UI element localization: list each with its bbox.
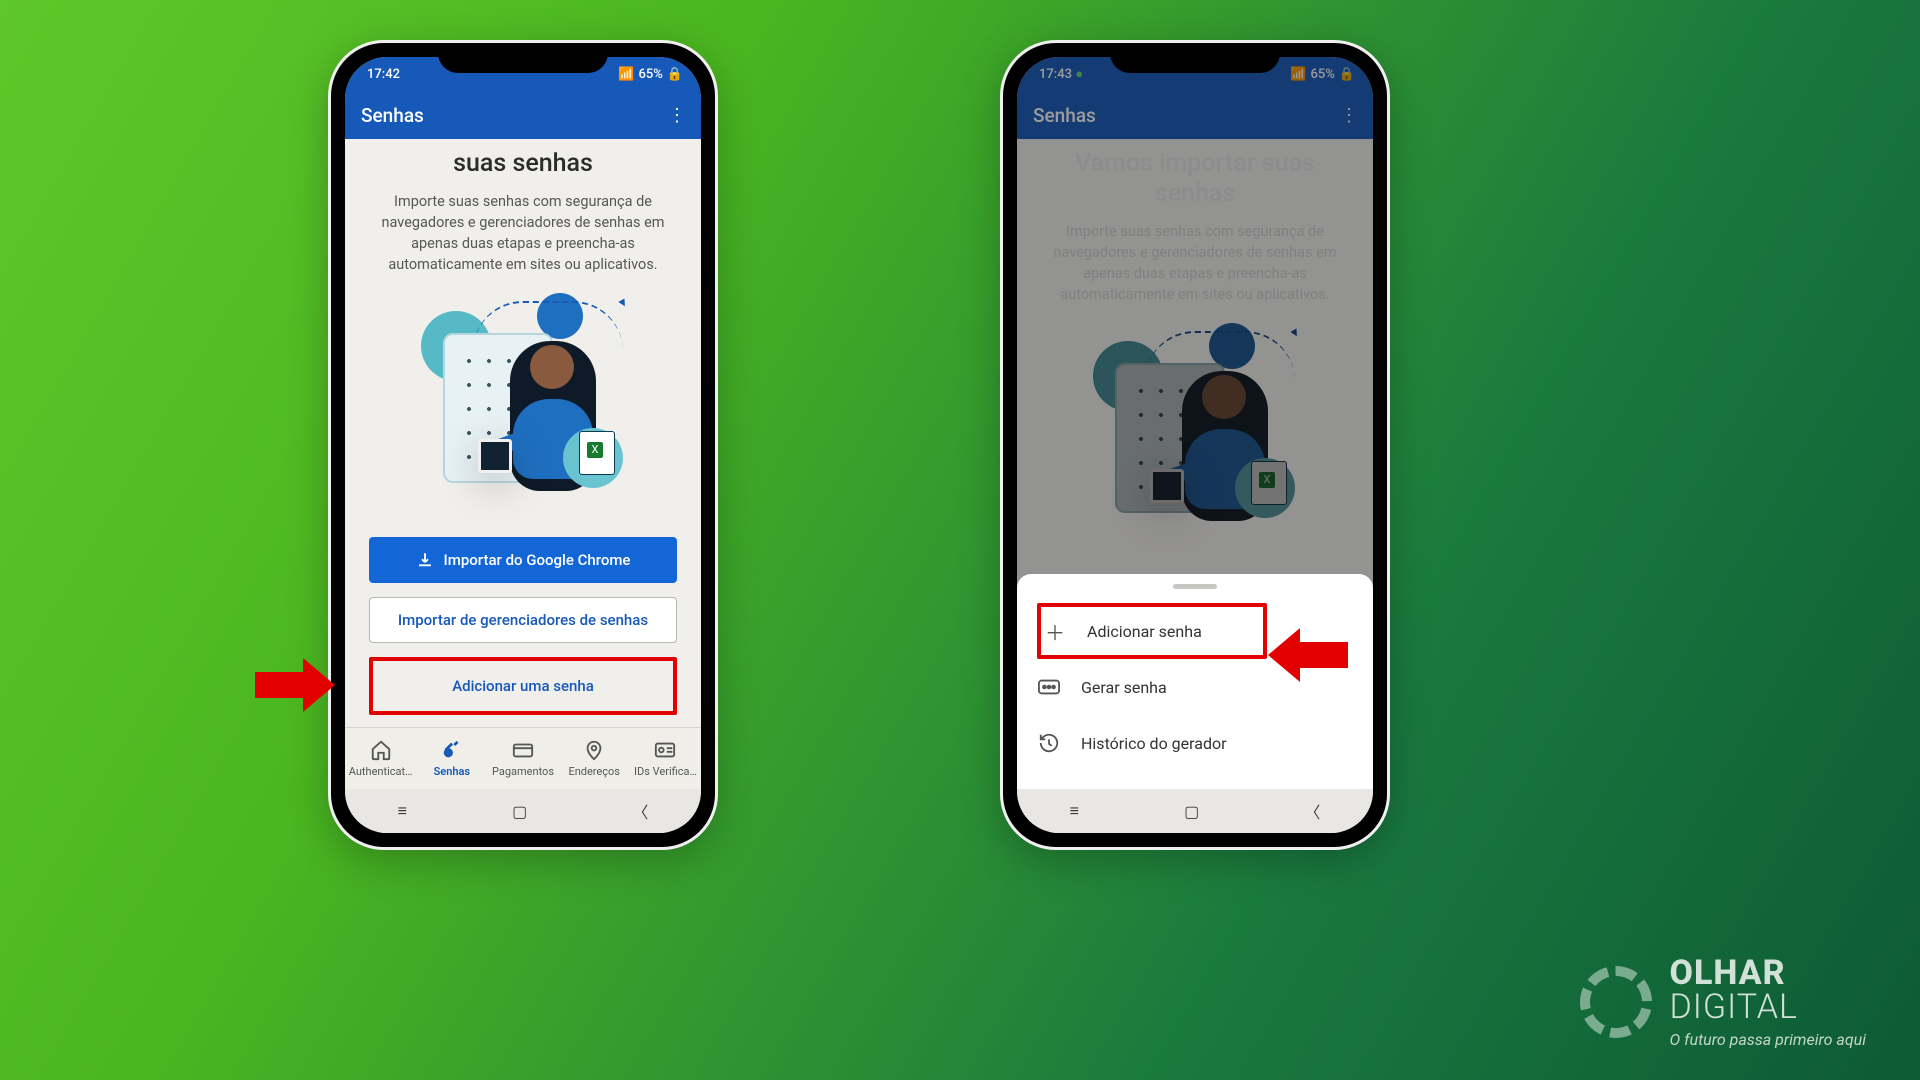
overflow-menu-icon[interactable]: ⋮: [668, 105, 685, 126]
tab-authenticator[interactable]: Authenticat…: [345, 739, 416, 778]
download-icon: [416, 551, 434, 569]
brand-ring-icon: [1580, 966, 1652, 1038]
import-chrome-label: Importar do Google Chrome: [444, 551, 631, 569]
phone-frame-right: 17:43 ● 📶 65% 🔒 Senhas ⋮ Vamos importar …: [1000, 40, 1390, 850]
add-password-button[interactable]: Adicionar uma senha: [375, 663, 671, 709]
tab-label: Senhas: [434, 765, 470, 778]
back-icon[interactable]: 〈: [632, 799, 648, 823]
hero-title: suas senhas: [369, 149, 677, 179]
import-managers-button[interactable]: Importar de gerenciadores de senhas: [369, 597, 677, 643]
phone-notch: [438, 43, 608, 73]
android-nav-bar: ≡ ▢ 〈: [1017, 789, 1373, 833]
status-time: 17:42: [367, 67, 400, 82]
app-bar-title: Senhas: [361, 104, 424, 127]
import-chrome-button[interactable]: Importar do Google Chrome: [369, 537, 677, 583]
import-managers-label: Importar de gerenciadores de senhas: [398, 611, 648, 629]
screen-right: 17:43 ● 📶 65% 🔒 Senhas ⋮ Vamos importar …: [1017, 57, 1373, 833]
android-nav-bar: ≡ ▢ 〈: [345, 789, 701, 833]
sheet-add-label: Adicionar senha: [1087, 622, 1202, 641]
tab-enderecos[interactable]: Endereços: [559, 739, 630, 778]
back-icon[interactable]: 〈: [1304, 799, 1320, 823]
pin-icon: [583, 739, 605, 761]
tab-label: Pagamentos: [492, 765, 554, 778]
tab-pagamentos[interactable]: Pagamentos: [487, 739, 558, 778]
tab-label: Endereços: [568, 765, 620, 778]
brand-logo: OLHAR DIGITAL O futuro passa primeiro aq…: [1580, 956, 1866, 1048]
home-nav-icon[interactable]: ▢: [512, 802, 527, 821]
illustration: [403, 293, 643, 513]
plus-icon: ＋: [1043, 617, 1067, 646]
sheet-item-history[interactable]: Histórico do gerador: [1037, 715, 1353, 771]
bottom-tabs: Authenticat… Senhas Pagamentos Endereços…: [345, 727, 701, 789]
sheet-handle[interactable]: [1173, 584, 1217, 589]
sheet-history-label: Histórico do gerador: [1081, 734, 1227, 753]
battery-text: 65%: [638, 67, 662, 82]
annotation-arrow-right: [1268, 628, 1348, 682]
annotation-arrow-left: [255, 658, 335, 712]
brand-tagline: O futuro passa primeiro aqui: [1670, 1032, 1866, 1048]
sheet-item-add[interactable]: ＋ Adicionar senha: [1043, 609, 1202, 653]
app-bar: Senhas ⋮: [345, 91, 701, 139]
phone-notch: [1110, 43, 1280, 73]
screen-left: 17:42 📶 65% 🔒 Senhas ⋮ suas senhas Impor…: [345, 57, 701, 833]
sheet-generate-label: Gerar senha: [1081, 678, 1167, 697]
main-content-left: suas senhas Importe suas senhas com segu…: [345, 139, 701, 727]
tab-label: IDs Verifica…: [634, 765, 697, 778]
recents-icon[interactable]: ≡: [1070, 801, 1079, 821]
home-icon: [370, 739, 392, 761]
history-icon: [1037, 732, 1061, 754]
tab-label: Authenticat…: [349, 765, 413, 778]
id-card-icon: [654, 739, 676, 761]
password-field-icon: [1037, 679, 1061, 695]
recents-icon[interactable]: ≡: [398, 801, 407, 821]
status-right: 📶 65% 🔒: [618, 67, 683, 82]
add-password-label: Adicionar uma senha: [452, 677, 594, 695]
phone-frame-left: 17:42 📶 65% 🔒 Senhas ⋮ suas senhas Impor…: [328, 40, 718, 850]
brand-line2: DIGITAL: [1670, 987, 1798, 1027]
key-icon: [441, 739, 463, 761]
signal-icon: 📶: [618, 67, 634, 82]
tab-senhas[interactable]: Senhas: [416, 739, 487, 778]
lock-icon: 🔒: [667, 67, 683, 82]
home-nav-icon[interactable]: ▢: [1184, 802, 1199, 821]
hero-description: Importe suas senhas com segurança de nav…: [369, 191, 677, 275]
highlight-add-senha: ＋ Adicionar senha: [1037, 603, 1267, 659]
highlight-add-password: Adicionar uma senha: [369, 657, 677, 715]
card-icon: [512, 739, 534, 761]
tab-ids[interactable]: IDs Verifica…: [630, 739, 701, 778]
